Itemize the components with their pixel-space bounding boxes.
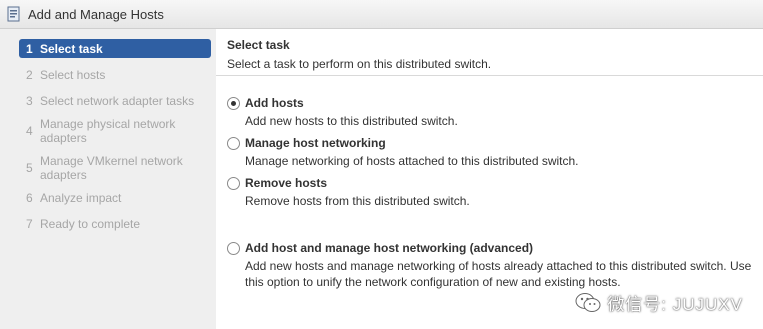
wizard-content: Select task Select a task to perform on … bbox=[216, 29, 763, 329]
step-ready-to-complete[interactable]: 7 Ready to complete bbox=[19, 214, 211, 234]
option-label: Manage host networking bbox=[245, 136, 386, 150]
option-description: Manage networking of hosts attached to t… bbox=[245, 154, 579, 168]
option-label: Add host and manage host networking (adv… bbox=[245, 241, 534, 255]
option-description: Add new hosts to this distributed switch… bbox=[245, 114, 458, 128]
content-header: Select task Select a task to perform on … bbox=[216, 29, 763, 71]
wizard-icon bbox=[7, 6, 21, 22]
step-label: Select network adapter tasks bbox=[40, 94, 195, 108]
option-remove-hosts[interactable]: Remove hosts Remove hosts from this dist… bbox=[227, 176, 757, 209]
page-title: Select task bbox=[227, 38, 290, 52]
option-description: Add new hosts and manage networking of h… bbox=[245, 259, 752, 289]
option-label: Remove hosts bbox=[245, 176, 328, 190]
wechat-icon bbox=[575, 292, 601, 314]
step-label: Manage VMkernel network adapters bbox=[40, 154, 183, 182]
option-label: Add hosts bbox=[245, 96, 304, 110]
watermark-text: 微信号: JUJUXV bbox=[607, 295, 743, 314]
step-number: 4 bbox=[26, 124, 33, 138]
option-add-hosts[interactable]: Add hosts Add new hosts to this distribu… bbox=[227, 96, 757, 129]
step-number: 6 bbox=[26, 191, 33, 205]
step-label: Manage physical network adapters bbox=[40, 117, 176, 145]
radio-add-and-manage-advanced[interactable] bbox=[227, 241, 240, 255]
step-manage-physical-network-adapters[interactable]: 4 Manage physical network adapters bbox=[19, 114, 211, 148]
step-number: 1 bbox=[26, 42, 33, 56]
radio-add-hosts[interactable] bbox=[227, 96, 240, 110]
step-number: 3 bbox=[26, 94, 33, 108]
step-select-task[interactable]: 1 Select task bbox=[19, 39, 211, 58]
header-divider bbox=[216, 75, 763, 76]
option-manage-host-networking[interactable]: Manage host networking Manage networking… bbox=[227, 136, 757, 169]
dialog-title-bar: Add and Manage Hosts bbox=[0, 0, 763, 29]
radio-manage-host-networking[interactable] bbox=[227, 136, 240, 150]
step-manage-vmkernel-network-adapters[interactable]: 5 Manage VMkernel network adapters bbox=[19, 151, 211, 185]
step-number: 7 bbox=[26, 217, 33, 231]
step-label: Ready to complete bbox=[40, 217, 141, 231]
step-number: 5 bbox=[26, 161, 33, 175]
wizard-steps-sidebar: 1 Select task 2 Select hosts 3 Select ne… bbox=[0, 29, 216, 329]
option-add-and-manage-advanced[interactable]: Add host and manage host networking (adv… bbox=[227, 241, 757, 290]
dialog-title: Add and Manage Hosts bbox=[28, 6, 164, 22]
option-description: Remove hosts from this distributed switc… bbox=[245, 194, 470, 208]
step-label: Analyze impact bbox=[40, 191, 122, 205]
step-analyze-impact[interactable]: 6 Analyze impact bbox=[19, 188, 211, 208]
watermark: 微信号: JUJUXV bbox=[575, 290, 743, 315]
step-number: 2 bbox=[26, 68, 33, 82]
radio-remove-hosts[interactable] bbox=[227, 176, 240, 190]
step-label: Select hosts bbox=[40, 68, 106, 82]
page-description: Select a task to perform on this distrib… bbox=[227, 57, 492, 71]
step-select-network-adapter-tasks[interactable]: 3 Select network adapter tasks bbox=[19, 91, 211, 111]
step-label: Select task bbox=[40, 42, 103, 56]
step-select-hosts[interactable]: 2 Select hosts bbox=[19, 65, 211, 85]
